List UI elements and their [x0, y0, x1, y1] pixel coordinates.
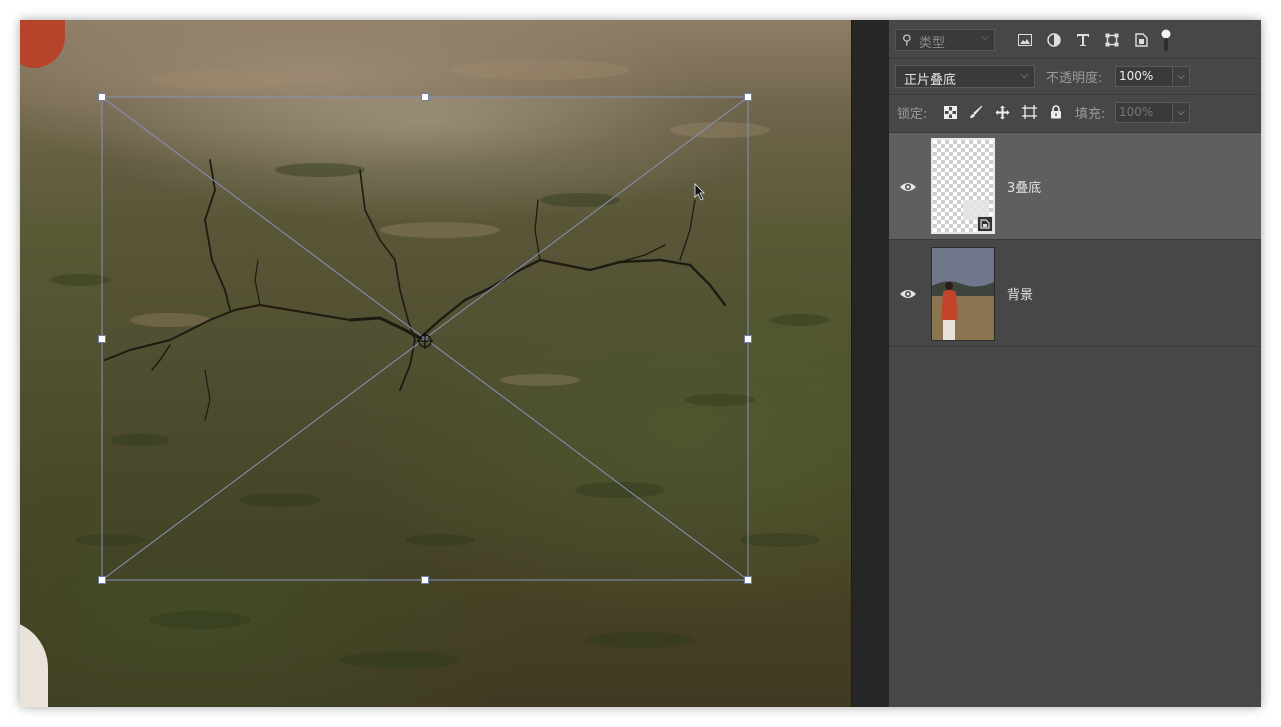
panel-gutter — [851, 20, 890, 707]
layer-kind-filter[interactable]: ⚲ 类型 ⌵ — [895, 29, 995, 51]
reference-point-icon[interactable] — [417, 333, 433, 349]
lock-label: 锁定: — [897, 107, 928, 122]
visibility-eye-icon[interactable] — [899, 178, 917, 196]
smart-object-badge-icon — [977, 216, 993, 232]
type-filter-icon[interactable] — [1074, 31, 1092, 49]
layer-row-背景[interactable]: 背景 — [889, 240, 1261, 347]
app-window: ⚲ 类型 ⌵ 正片叠底 ⌵ 不透明度: 100% ⌵ 锁定: 100% ⌵ 填充… — [20, 20, 1261, 707]
visibility-eye-icon[interactable] — [899, 285, 917, 303]
shape-filter-icon[interactable] — [1103, 31, 1121, 49]
opacity-slider-toggle[interactable]: ⌵ — [1172, 66, 1190, 87]
transform-handle-top[interactable] — [421, 93, 429, 101]
layer-row-3叠底[interactable]: 3叠底 — [889, 133, 1261, 240]
transform-handle-right[interactable] — [744, 335, 752, 343]
lock-position-icon[interactable] — [994, 104, 1010, 120]
soil-patches — [130, 60, 770, 386]
transform-handle-bottom[interactable] — [421, 576, 429, 584]
grass-texture — [50, 163, 830, 669]
fill-label: 填充: — [1075, 107, 1106, 122]
opacity-label: 不透明度: — [1046, 71, 1103, 86]
transform-handle-bottom-left[interactable] — [98, 576, 106, 584]
opacity-field[interactable]: 100% — [1115, 66, 1173, 87]
blend-options-bar: 正片叠底 ⌵ 不透明度: 100% ⌵ — [889, 58, 1261, 95]
layer-name[interactable]: 3叠底 — [1007, 177, 1041, 196]
transform-handle-left[interactable] — [98, 335, 106, 343]
transform-handle-bottom-right[interactable] — [744, 576, 752, 584]
adjustment-filter-icon[interactable] — [1045, 31, 1063, 49]
canvas-artwork — [50, 60, 830, 669]
background-photo-thumbnail — [932, 248, 994, 340]
transform-handle-top-left[interactable] — [98, 93, 106, 101]
mouse-cursor-icon — [694, 183, 705, 201]
layers-panel: ⚲ 类型 ⌵ 正片叠底 ⌵ 不透明度: 100% ⌵ 锁定: 100% ⌵ 填充… — [889, 20, 1261, 707]
image-filter-icon[interactable] — [1016, 31, 1034, 49]
layer-thumbnail-photo — [931, 247, 995, 341]
layer-name[interactable]: 背景 — [1007, 284, 1033, 303]
lock-image-pixels-icon[interactable] — [968, 104, 984, 120]
layer-thumbnail-transparent — [931, 138, 995, 234]
document-canvas[interactable] — [20, 20, 851, 707]
lock-artboard-icon[interactable] — [1021, 104, 1037, 120]
blend-mode-value: 正片叠底 — [904, 73, 957, 88]
fill-field[interactable]: 100% — [1115, 102, 1173, 123]
blend-mode-select[interactable]: 正片叠底 ⌵ — [895, 65, 1035, 88]
lock-transparent-pixels-icon[interactable] — [942, 104, 958, 120]
chevron-down-icon: ⌵ — [981, 32, 989, 43]
smart-object-filter-icon[interactable] — [1132, 31, 1150, 49]
transform-handle-top-right[interactable] — [744, 93, 752, 101]
crack-texture — [104, 159, 727, 421]
fill-slider-toggle[interactable]: ⌵ — [1172, 102, 1190, 123]
search-icon: ⚲ — [902, 33, 912, 48]
layer-kind-filter-label: 类型 — [919, 36, 946, 51]
filter-toggle-icon[interactable] — [1159, 28, 1173, 52]
chevron-down-icon: ⌵ — [1020, 70, 1028, 81]
lock-all-icon[interactable] — [1048, 104, 1064, 120]
layer-filter-bar: ⚲ 类型 ⌵ — [889, 20, 1261, 59]
